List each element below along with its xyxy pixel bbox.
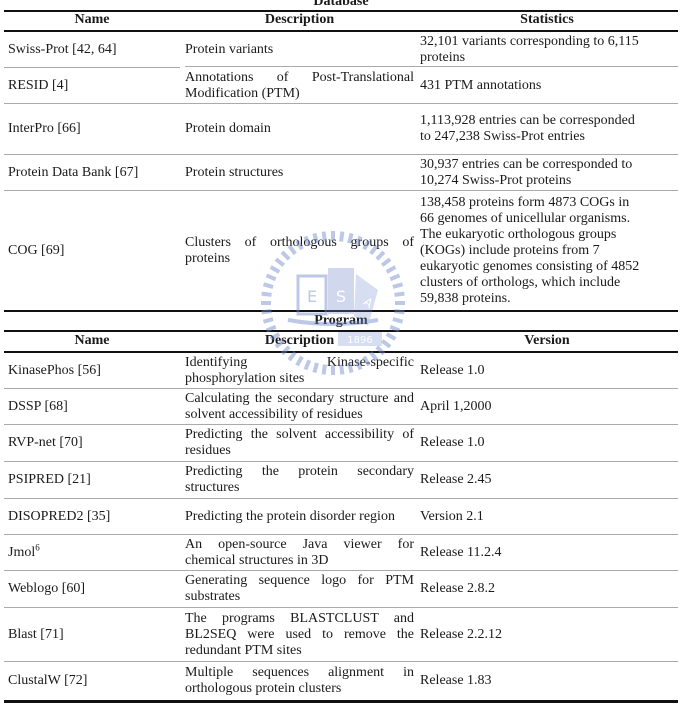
prog-header-name: Name [74, 333, 110, 348]
db-header-statistics: Statistics [520, 12, 574, 27]
prog-name: RVP-net [70] [8, 435, 83, 450]
prog-name: KinasePhos [56] [8, 362, 101, 378]
row-divider [185, 66, 678, 67]
prog-version: Version 2.1 [420, 508, 484, 524]
prog-name: Weblogo [60] [8, 581, 86, 596]
database-section-title: Database [313, 0, 369, 9]
prog-version: Release 2.2.12 [420, 626, 503, 642]
db-name: RESID [4] [8, 77, 69, 93]
table-row: RVP-net [70] Predicting the solvent acce… [4, 425, 678, 461]
prog-name: Blast [71] [8, 626, 64, 642]
db-statistics: 431 PTM annotations [420, 77, 542, 93]
prog-version: Release 1.0 [420, 435, 485, 450]
prog-description: Predicting the protein disorder region [185, 508, 395, 524]
table-row: Protein Data Bank [67] Protein structure… [4, 155, 678, 190]
table-row: KinasePhos [56] Identifying Kinase-speci… [4, 353, 678, 388]
db-name: Swiss-Prot [42, 64] [8, 41, 117, 57]
db-description: Annotations of Post-Translational Modifi… [185, 69, 414, 101]
prog-description: Predicting the solvent accessibility of … [185, 427, 414, 458]
table-row: DSSP [68] Calculating the secondary stru… [4, 389, 678, 424]
db-name: Protein Data Bank [67] [8, 164, 139, 180]
prog-name: DSSP [68] [8, 398, 68, 414]
prog-name: Jmol6 [8, 541, 40, 561]
prog-version: Release 2.8.2 [420, 581, 496, 596]
table-row: COG [69] Clusters of orthologous groups … [4, 191, 678, 310]
prog-version: Release 1.0 [420, 362, 485, 378]
table-row: PSIPRED [21] Predicting the protein seco… [4, 462, 678, 498]
db-statistics: 30,937 entries can be corresponded to 10… [420, 156, 633, 188]
db-name: COG [69] [8, 242, 65, 258]
prog-name-text: Jmol [8, 544, 36, 560]
table-row: RESID [4] Annotations of Post-Translatio… [4, 68, 678, 103]
db-statistics: 1,113,928 entries can be corresponded to… [420, 113, 635, 144]
table-row: Jmol6 An open-source Java viewer for che… [4, 535, 678, 570]
prog-version: April 1,2000 [420, 398, 492, 414]
db-header-name: Name [74, 12, 110, 27]
prog-description: Generating sequence logo for PTM substra… [185, 573, 414, 604]
rule-bottom [4, 700, 678, 703]
prog-description: Calculating the secondary structure and … [185, 390, 414, 422]
table-row: DISOPRED2 [35] Predicting the protein di… [4, 499, 678, 534]
prog-version: Release 11.2.4 [420, 544, 502, 560]
prog-description: Identifying Kinase-specific phosphorylat… [185, 354, 414, 386]
footnote-marker: 6 [35, 541, 40, 552]
prog-name: ClustalW [72] [8, 673, 88, 688]
db-statistics: 32,101 variants corresponding to 6,115 p… [420, 33, 639, 65]
db-description: Protein domain [185, 121, 271, 136]
db-name: InterPro [66] [8, 121, 81, 136]
db-header-description: Description [264, 12, 335, 27]
prog-version: Release 2.45 [420, 472, 492, 487]
db-description: Clusters of orthologous groups of protei… [185, 234, 414, 266]
prog-version: Release 1.83 [420, 673, 492, 688]
prog-description: An open-source Java viewer for chemical … [185, 536, 414, 568]
table-row: ClustalW [72] Multiple sequences alignme… [4, 662, 678, 700]
db-description: Protein structures [185, 164, 284, 180]
db-statistics: 138,458 proteins form 4873 COGs in 66 ge… [420, 194, 640, 306]
prog-description: Multiple sequences alignment in ortholog… [185, 665, 414, 696]
prog-header-version: Version [524, 333, 570, 348]
program-section-title: Program [314, 313, 368, 328]
prog-name: PSIPRED [21] [8, 472, 91, 487]
table-row: Blast [71] The programs BLASTCLUST and B… [4, 608, 678, 661]
prog-header-description: Description [264, 333, 335, 348]
prog-name: DISOPRED2 [35] [8, 508, 111, 524]
table-row: InterPro [66] Protein domain 1,113,928 e… [4, 104, 678, 154]
table-row: Weblogo [60] Generating sequence logo fo… [4, 571, 678, 607]
table-row: Swiss-Prot [42, 64] Protein variants 32,… [4, 32, 678, 67]
prog-description: Predicting the protein secondary structu… [185, 464, 414, 495]
db-description: Protein variants [185, 41, 274, 57]
program-top-rule [4, 310, 678, 312]
prog-description: The programs BLASTCLUST and BL2SEQ were … [185, 610, 414, 658]
